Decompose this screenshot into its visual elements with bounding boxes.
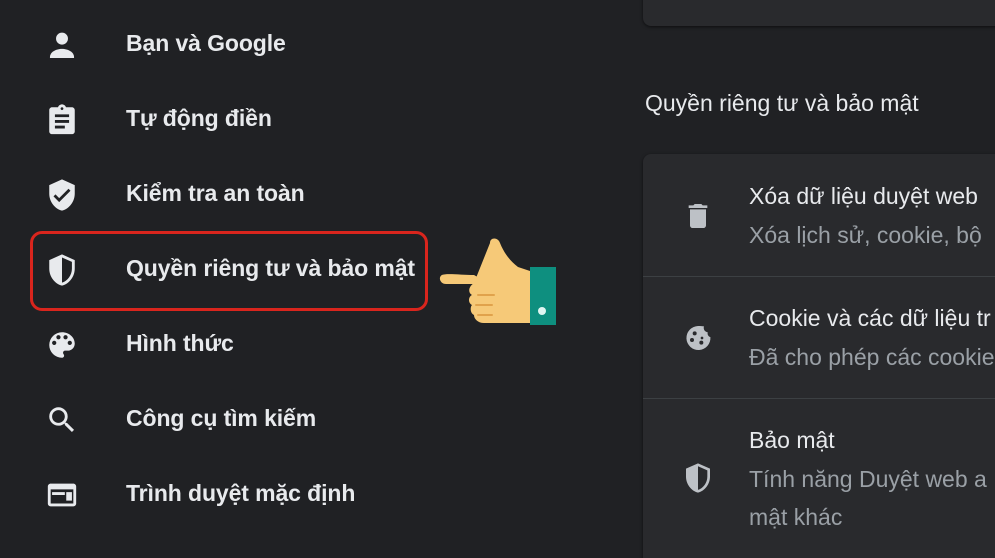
sidebar-item-default-browser[interactable]: Trình duyệt mặc định [0, 464, 600, 524]
top-card [643, 0, 995, 26]
sidebar-item-safety-check[interactable]: Kiểm tra an toàn [0, 164, 600, 224]
clipboard-icon [44, 103, 80, 137]
row-subtitle: Tính năng Duyệt web a [749, 466, 987, 492]
trash-icon [680, 198, 716, 234]
row-title: Xóa dữ liệu duyệt web [749, 183, 978, 209]
section-title: Quyền riêng tư và bảo mật [645, 90, 919, 116]
cookie-icon [680, 320, 716, 356]
pointing-hand-icon [439, 238, 556, 325]
settings-page: Bạn và Google Tự động điền Kiểm tra an t… [0, 0, 995, 558]
row-subtitle: Xóa lịch sử, cookie, bộ [749, 222, 982, 248]
person-icon [44, 28, 80, 62]
shield-check-icon [44, 178, 80, 212]
clear-browsing-data-row[interactable]: Xóa dữ liệu duyệt web Xóa lịch sử, cooki… [643, 154, 995, 276]
cookies-row[interactable]: Cookie và các dữ liệu tr Đã cho phép các… [643, 276, 995, 398]
search-icon [44, 403, 80, 437]
row-title: Cookie và các dữ liệu tr [749, 305, 991, 331]
row-subtitle-line2: mật khác [749, 504, 843, 530]
divider [643, 276, 995, 277]
sidebar-item-label: Trình duyệt mặc định [126, 480, 356, 506]
privacy-card: Xóa dữ liệu duyệt web Xóa lịch sử, cooki… [643, 154, 995, 558]
sidebar-item-label: Công cụ tìm kiếm [126, 405, 317, 431]
settings-sidebar: Bạn và Google Tự động điền Kiểm tra an t… [0, 0, 600, 558]
sidebar-item-label: Bạn và Google [126, 30, 286, 56]
highlight-box [30, 231, 428, 311]
sidebar-item-label: Kiểm tra an toàn [126, 180, 305, 206]
palette-icon [44, 328, 80, 362]
browser-icon [44, 478, 80, 512]
security-row[interactable]: Bảo mật Tính năng Duyệt web a mật khác [643, 398, 995, 558]
sidebar-item-search-engine[interactable]: Công cụ tìm kiếm [0, 389, 600, 449]
sidebar-item-label: Hình thức [126, 330, 234, 356]
sidebar-item-label: Tự động điền [126, 105, 272, 131]
sidebar-item-autofill[interactable]: Tự động điền [0, 89, 600, 149]
divider [643, 398, 995, 399]
shield-icon [680, 460, 716, 496]
row-title: Bảo mật [749, 427, 835, 453]
sidebar-item-you-and-google[interactable]: Bạn và Google [0, 14, 600, 74]
row-subtitle: Đã cho phép các cookie [749, 344, 995, 370]
